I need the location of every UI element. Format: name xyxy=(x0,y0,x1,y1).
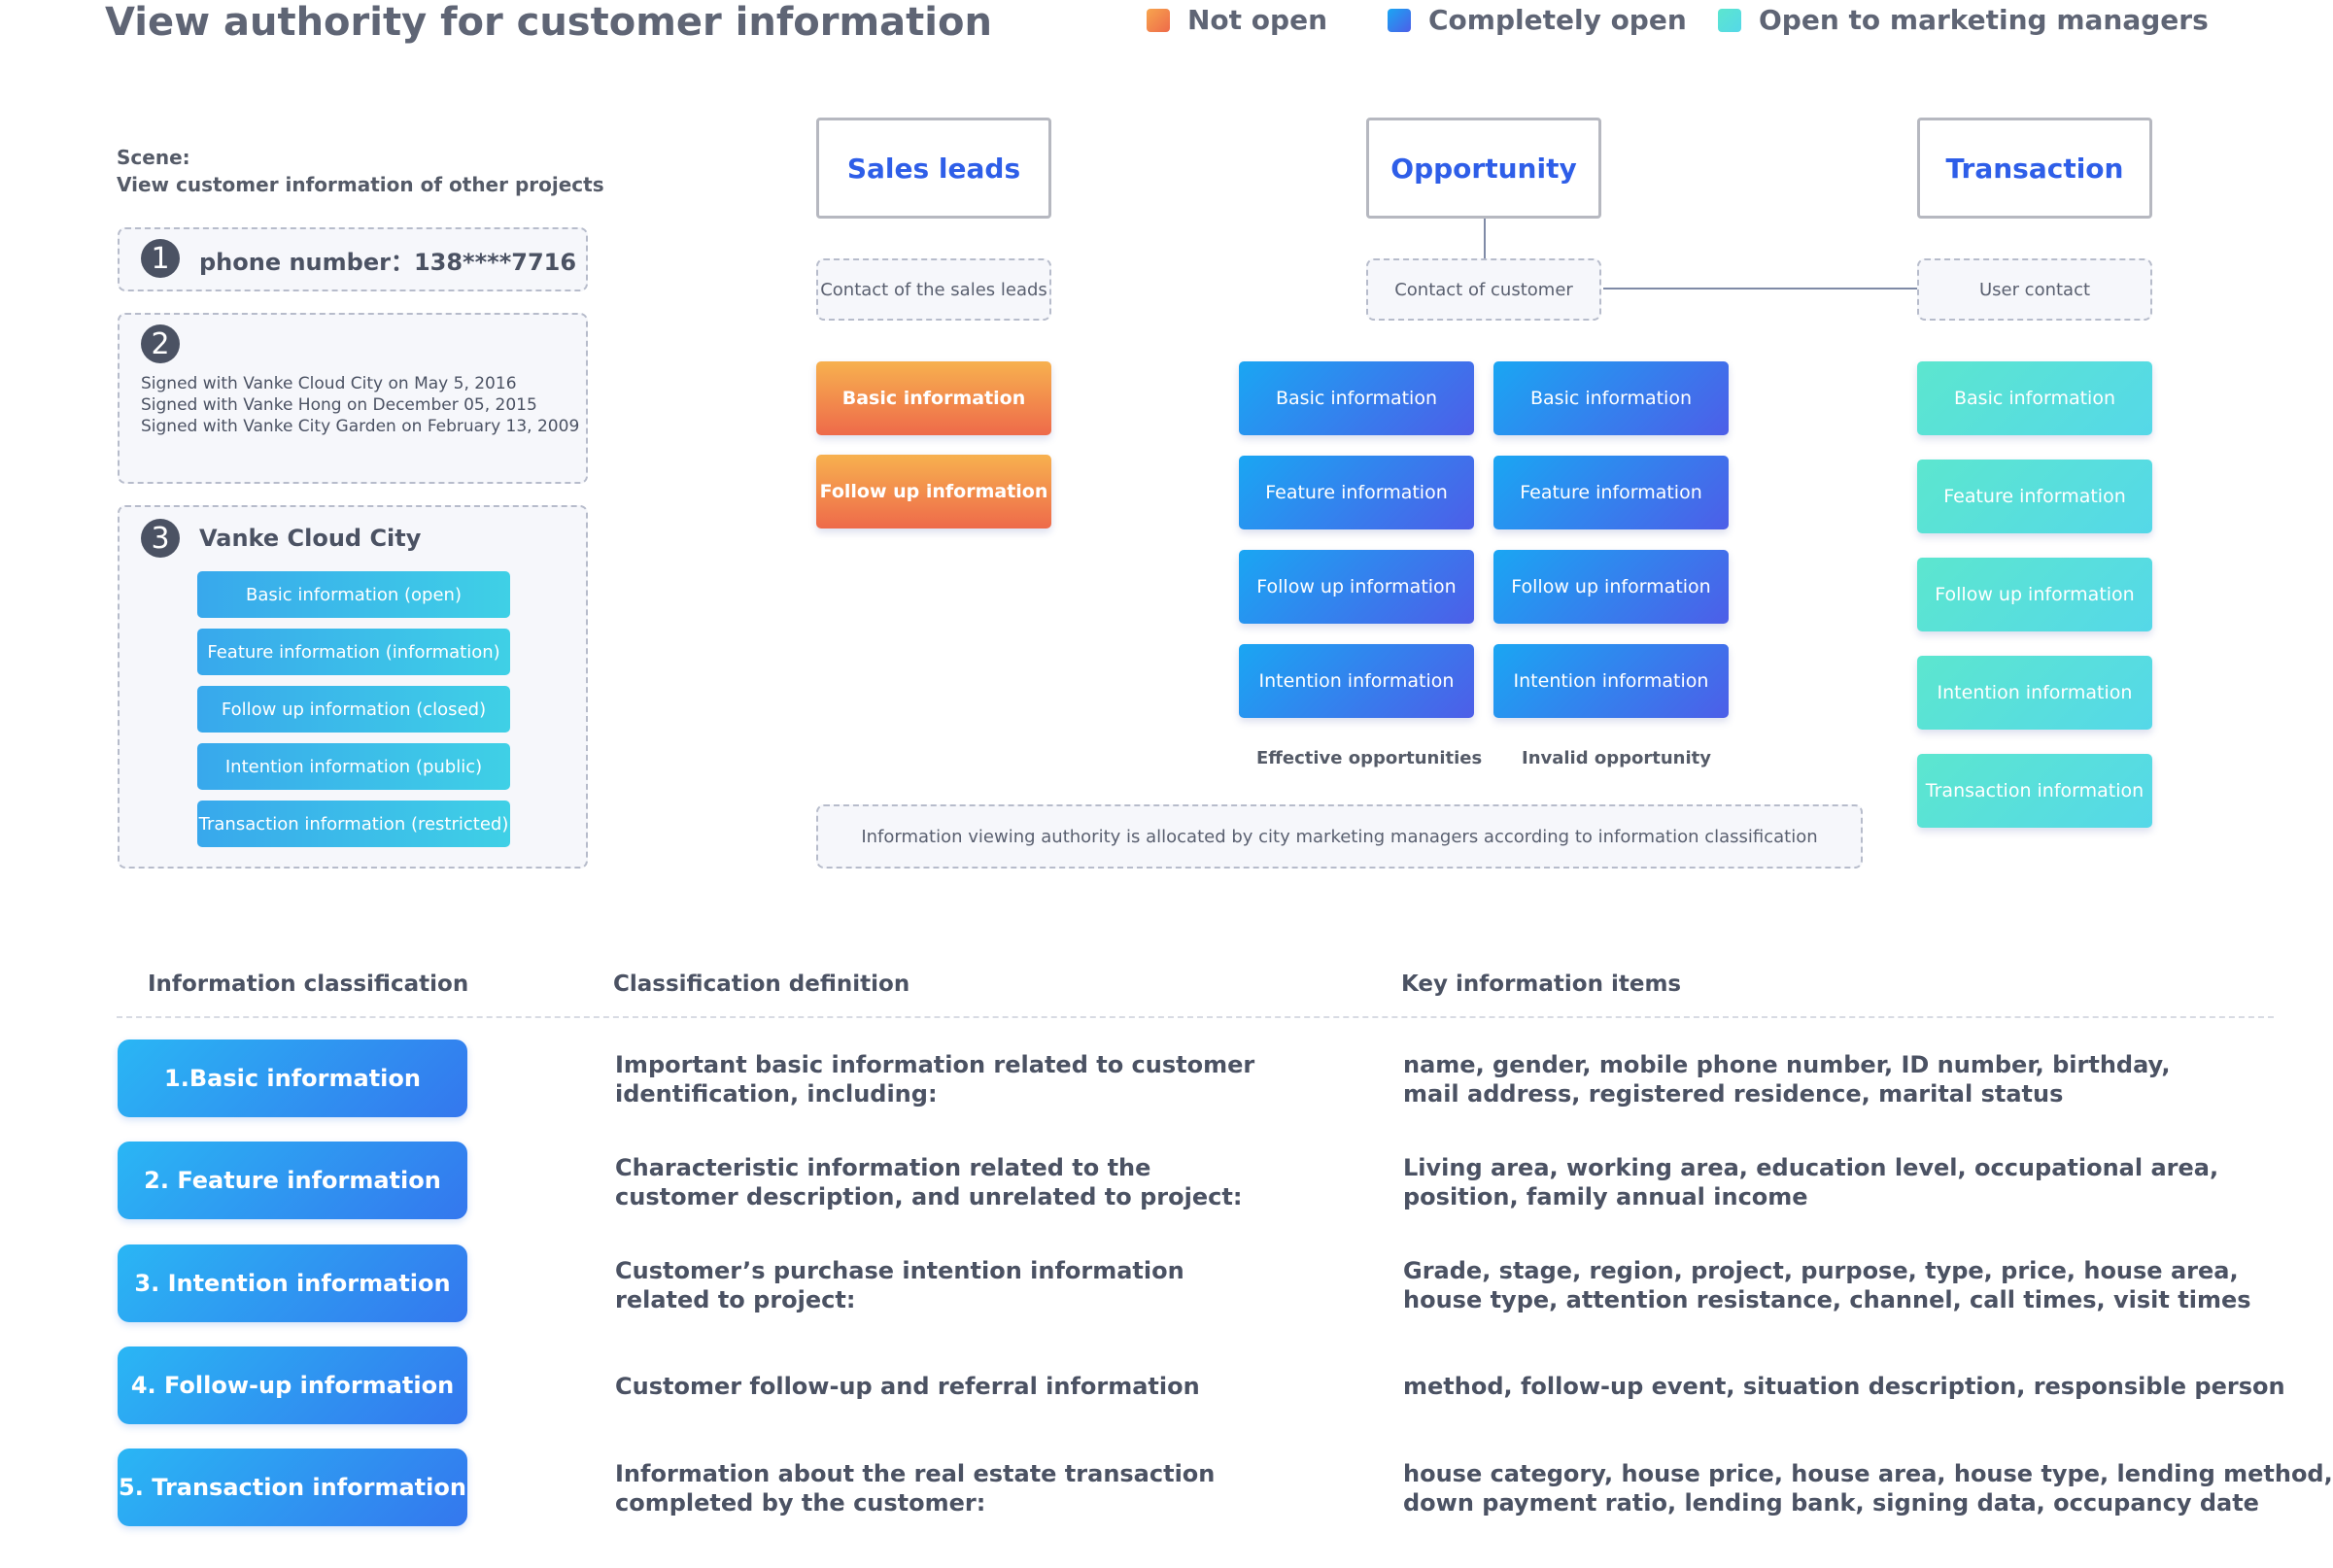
invalid-follow-up-info: Follow up information xyxy=(1493,550,1729,624)
classification-intention: 3. Intention information xyxy=(118,1244,467,1322)
key-items-cell: method, follow-up event, situation descr… xyxy=(1403,1372,2285,1401)
header-separator xyxy=(117,1016,2274,1018)
project-info-item: Basic information (open) xyxy=(197,571,510,618)
effective-basic-info: Basic information xyxy=(1239,361,1474,435)
stage-opportunity: Opportunity xyxy=(1366,118,1601,219)
contact-sales-leads: Contact of the sales leads xyxy=(816,258,1051,321)
definition-cell: Characteristic information related to th… xyxy=(615,1153,1242,1211)
effective-caption: Effective opportunities xyxy=(1256,748,1483,768)
legend-swatch-teal xyxy=(1718,8,1741,32)
header-definition: Classification definition xyxy=(613,971,910,997)
step-number: 3 xyxy=(141,519,180,558)
transaction-feature-info: Feature information xyxy=(1917,460,2152,533)
definition-line: related to project: xyxy=(615,1286,856,1313)
step-number: 1 xyxy=(141,239,180,278)
sales-basic-info: Basic information xyxy=(816,361,1051,435)
key-items-line: name, gender, mobile phone number, ID nu… xyxy=(1403,1051,2171,1078)
phone-card: 1 phone number：138****7716 xyxy=(118,227,588,291)
key-items-line: position, family annual income xyxy=(1403,1183,1808,1210)
definition-line: Customer follow-up and referral informat… xyxy=(615,1373,1200,1400)
project-info-item: Transaction information (restricted) xyxy=(197,801,510,847)
classification-follow-up: 4. Follow-up information xyxy=(118,1346,467,1424)
legend-open-to-managers: Open to marketing managers xyxy=(1718,4,2209,36)
key-items-cell: Living area, working area, education lev… xyxy=(1403,1153,2218,1211)
invalid-caption: Invalid opportunity xyxy=(1522,748,1712,768)
transaction-intention-info: Intention information xyxy=(1917,656,2152,730)
project-info-item: Intention information (public) xyxy=(197,743,510,790)
signing-history-card: 2 Signed with Vanke Cloud City on May 5,… xyxy=(118,313,588,484)
definition-line: identification, including: xyxy=(615,1080,938,1108)
project-info-item: Feature information (information) xyxy=(197,629,510,675)
key-items-line: method, follow-up event, situation descr… xyxy=(1403,1373,2285,1400)
transaction-transaction-info: Transaction information xyxy=(1917,754,2152,828)
signing-line: Signed with Vanke Cloud City on May 5, 2… xyxy=(141,374,517,393)
definition-line: customer description, and unrelated to p… xyxy=(615,1183,1243,1210)
contact-customer: Contact of customer xyxy=(1366,258,1601,321)
scene-block: Scene: View customer information of othe… xyxy=(117,144,604,198)
contact-user: User contact xyxy=(1917,258,2152,321)
key-items-line: down payment ratio, lending bank, signin… xyxy=(1403,1489,2259,1517)
definition-line: completed by the customer: xyxy=(615,1489,986,1517)
definition-line: Important basic information related to c… xyxy=(615,1051,1255,1078)
definition-cell: Customer follow-up and referral informat… xyxy=(615,1372,1200,1401)
definition-cell: Important basic information related to c… xyxy=(615,1050,1254,1108)
legend-completely-open: Completely open xyxy=(1388,4,1687,36)
definition-cell: Customer’s purchase intention informatio… xyxy=(615,1256,1184,1314)
definition-line: Customer’s purchase intention informatio… xyxy=(615,1257,1184,1284)
key-items-line: Living area, working area, education lev… xyxy=(1403,1154,2219,1181)
legend-label: Not open xyxy=(1187,4,1328,36)
key-items-cell: house category, house price, house area,… xyxy=(1403,1459,2333,1517)
key-items-line: house category, house price, house area,… xyxy=(1403,1460,2333,1487)
stage-transaction: Transaction xyxy=(1917,118,2152,219)
effective-intention-info: Intention information xyxy=(1239,644,1474,718)
header-key-items: Key information items xyxy=(1401,971,1682,997)
classification-feature: 2. Feature information xyxy=(118,1142,467,1219)
sales-follow-up-info: Follow up information xyxy=(816,455,1051,528)
authority-note: Information viewing authority is allocat… xyxy=(816,804,1863,869)
scene-text: View customer information of other proje… xyxy=(117,173,604,196)
scene-label: Scene: xyxy=(117,146,190,169)
legend-label: Completely open xyxy=(1428,4,1687,36)
legend-not-open: Not open xyxy=(1147,4,1327,36)
effective-follow-up-info: Follow up information xyxy=(1239,550,1474,624)
step-number: 2 xyxy=(141,324,180,363)
transaction-basic-info: Basic information xyxy=(1917,361,2152,435)
legend-swatch-orange xyxy=(1147,8,1170,32)
legend-label: Open to marketing managers xyxy=(1759,4,2209,36)
connector-line xyxy=(1603,288,1918,290)
signing-line: Signed with Vanke City Garden on Februar… xyxy=(141,417,580,436)
invalid-feature-info: Feature information xyxy=(1493,456,1729,529)
key-items-line: house type, attention resistance, channe… xyxy=(1403,1286,2251,1313)
key-items-cell: Grade, stage, region, project, purpose, … xyxy=(1403,1256,2251,1314)
connector-line xyxy=(1484,218,1486,258)
phone-number-text: phone number：138****7716 xyxy=(199,249,577,276)
project-info-item: Follow up information (closed) xyxy=(197,686,510,733)
key-items-line: Grade, stage, region, project, purpose, … xyxy=(1403,1257,2239,1284)
classification-basic: 1.Basic information xyxy=(118,1040,467,1117)
signing-line: Signed with Vanke Hong on December 05, 2… xyxy=(141,395,537,415)
invalid-intention-info: Intention information xyxy=(1493,644,1729,718)
stage-sales-leads: Sales leads xyxy=(816,118,1051,219)
header-classification: Information classification xyxy=(148,971,469,997)
project-title: Vanke Cloud City xyxy=(199,525,422,552)
classification-transaction: 5. Transaction information xyxy=(118,1449,467,1526)
transaction-follow-up-info: Follow up information xyxy=(1917,558,2152,631)
key-items-cell: name, gender, mobile phone number, ID nu… xyxy=(1403,1050,2170,1108)
legend-swatch-blue xyxy=(1388,8,1411,32)
definition-cell: Information about the real estate transa… xyxy=(615,1459,1215,1517)
signing-list: Signed with Vanke Cloud City on May 5, 2… xyxy=(141,373,579,437)
key-items-line: mail address, registered residence, mari… xyxy=(1403,1080,2064,1108)
definition-line: Characteristic information related to th… xyxy=(615,1154,1151,1181)
effective-feature-info: Feature information xyxy=(1239,456,1474,529)
page-title: View authority for customer information xyxy=(105,0,992,45)
invalid-basic-info: Basic information xyxy=(1493,361,1729,435)
definition-line: Information about the real estate transa… xyxy=(615,1460,1216,1487)
